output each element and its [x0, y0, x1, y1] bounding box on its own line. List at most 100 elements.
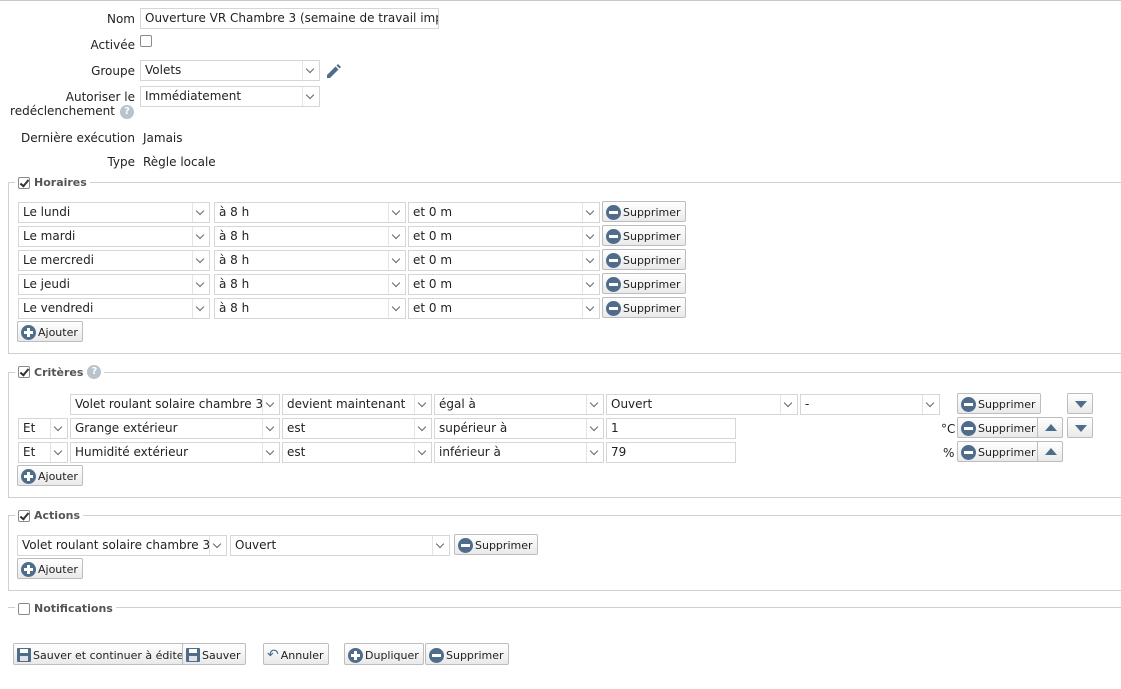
add-label: Ajouter	[38, 326, 78, 339]
chevron-down-icon	[302, 61, 319, 80]
criteres-checkbox[interactable]	[18, 366, 30, 378]
move-up-button[interactable]	[1037, 441, 1063, 462]
actions-checkbox[interactable]	[18, 509, 30, 522]
chevron-down-icon	[388, 227, 405, 246]
add-schedule-button[interactable]: Ajouter	[17, 321, 83, 342]
day-select[interactable]: Le lundi	[18, 202, 210, 223]
value-input[interactable]: 1	[606, 418, 736, 439]
day-value: Le mercredi	[23, 253, 95, 267]
minute-select[interactable]: et 0 m	[408, 226, 600, 247]
extra-select[interactable]: -	[800, 394, 940, 415]
delete-schedule-button[interactable]: Supprimer	[602, 201, 686, 222]
duplicate-label: Dupliquer	[365, 648, 419, 662]
delete-criteria-button[interactable]: Supprimer	[957, 393, 1041, 414]
hour-select[interactable]: à 8 h	[214, 274, 406, 295]
delete-label: Supprimer	[978, 446, 1036, 459]
chevron-down-icon	[388, 275, 405, 294]
chevron-down-icon	[209, 536, 226, 555]
cancel-button[interactable]: ↶ Annuler	[263, 643, 329, 665]
comparator-select[interactable]: supérieur à	[434, 418, 604, 439]
hour-select[interactable]: à 8 h	[214, 298, 406, 319]
save-continue-button[interactable]: Sauver et continuer à éditer	[13, 643, 194, 665]
day-value: Le mardi	[23, 229, 76, 243]
delete-action-button[interactable]: Supprimer	[454, 534, 538, 555]
logic-select[interactable]: Et	[18, 442, 68, 463]
delete-rule-label: Supprimer	[446, 648, 504, 662]
retrigger-label-line1: Autoriser le	[65, 90, 135, 104]
help-icon[interactable]: ?	[87, 365, 102, 379]
delete-schedule-button[interactable]: Supprimer	[602, 297, 686, 318]
move-up-button[interactable]	[1037, 417, 1063, 438]
chevron-down-icon	[582, 227, 599, 246]
day-select[interactable]: Le jeudi	[18, 274, 210, 295]
horaires-checkbox[interactable]	[18, 176, 30, 189]
chevron-down-icon	[414, 443, 431, 462]
action-value-select[interactable]: Ouvert	[230, 535, 450, 556]
chevron-down-icon	[262, 395, 279, 414]
operator-value: devient maintenant	[287, 397, 406, 411]
edit-pencil-icon[interactable]	[324, 62, 342, 80]
minute-select[interactable]: et 0 m	[408, 202, 600, 223]
day-select[interactable]: Le vendredi	[18, 298, 210, 319]
comparator-select[interactable]: égal à	[434, 394, 604, 415]
operator-select[interactable]: devient maintenant	[282, 394, 432, 415]
group-select[interactable]: Volets	[140, 60, 320, 81]
hour-value: à 8 h	[219, 277, 250, 291]
move-down-button[interactable]	[1067, 393, 1093, 414]
device-select[interactable]: Grange extérieur	[70, 418, 280, 439]
active-checkbox[interactable]	[140, 35, 152, 47]
day-select[interactable]: Le mardi	[18, 226, 210, 247]
delete-schedule-button[interactable]: Supprimer	[602, 225, 686, 246]
delete-schedule-button[interactable]: Supprimer	[602, 249, 686, 270]
delete-criteria-button[interactable]: Supprimer	[957, 417, 1041, 438]
value-input[interactable]: 79	[606, 442, 736, 463]
minus-circle-icon	[458, 538, 473, 553]
delete-criteria-button[interactable]: Supprimer	[957, 441, 1041, 462]
save-continue-label: Sauver et continuer à éditer	[33, 648, 189, 662]
notifications-checkbox[interactable]	[18, 602, 30, 615]
delete-label: Supprimer	[623, 206, 681, 219]
comparator-select[interactable]: inférieur à	[434, 442, 604, 463]
device-select[interactable]: Volet roulant solaire chambre 3	[70, 394, 280, 415]
logic-select[interactable]: Et	[18, 418, 68, 439]
retrigger-select[interactable]: Immédiatement	[140, 86, 320, 107]
minute-value: et 0 m	[413, 301, 453, 315]
name-input[interactable]: Ouverture VR Chambre 3 (semaine de trava…	[140, 8, 439, 29]
move-down-button[interactable]	[1067, 417, 1093, 438]
add-label: Ajouter	[38, 563, 78, 576]
help-icon[interactable]: ?	[120, 105, 134, 119]
value-select[interactable]: Ouvert	[606, 394, 798, 415]
device-value: Volet roulant solaire chambre 3	[75, 397, 264, 411]
save-button[interactable]: Sauver	[182, 643, 246, 665]
extra-value: -	[805, 397, 810, 411]
day-value: Le vendredi	[23, 301, 94, 315]
retrigger-select-value: Immédiatement	[145, 89, 242, 103]
top-border	[0, 0, 1121, 1]
delete-rule-button[interactable]: Supprimer	[425, 643, 509, 665]
plus-circle-icon	[21, 562, 36, 577]
operator-select[interactable]: est	[282, 442, 432, 463]
chevron-down-icon	[192, 275, 209, 294]
day-select[interactable]: Le mercredi	[18, 250, 210, 271]
minute-select[interactable]: et 0 m	[408, 274, 600, 295]
delete-label: Supprimer	[623, 254, 681, 267]
device-select[interactable]: Humidité extérieur	[70, 442, 280, 463]
add-action-button[interactable]: Ajouter	[17, 558, 83, 579]
minute-select[interactable]: et 0 m	[408, 250, 600, 271]
action-device-select[interactable]: Volet roulant solaire chambre 3	[17, 535, 227, 556]
unit-label: %	[943, 446, 955, 460]
delete-schedule-button[interactable]: Supprimer	[602, 273, 686, 294]
add-criteria-button[interactable]: Ajouter	[17, 465, 83, 486]
hour-select[interactable]: à 8 h	[214, 202, 406, 223]
minute-select[interactable]: et 0 m	[408, 298, 600, 319]
active-label: Activée	[90, 38, 135, 52]
operator-select[interactable]: est	[282, 418, 432, 439]
chevron-down-icon	[192, 299, 209, 318]
hour-select[interactable]: à 8 h	[214, 226, 406, 247]
hour-select[interactable]: à 8 h	[214, 250, 406, 271]
minus-circle-icon	[429, 647, 444, 663]
group-label: Groupe	[91, 64, 135, 78]
actions-title: Actions	[34, 509, 80, 522]
comparator-value: supérieur à	[439, 421, 508, 435]
duplicate-button[interactable]: Dupliquer	[344, 643, 424, 665]
